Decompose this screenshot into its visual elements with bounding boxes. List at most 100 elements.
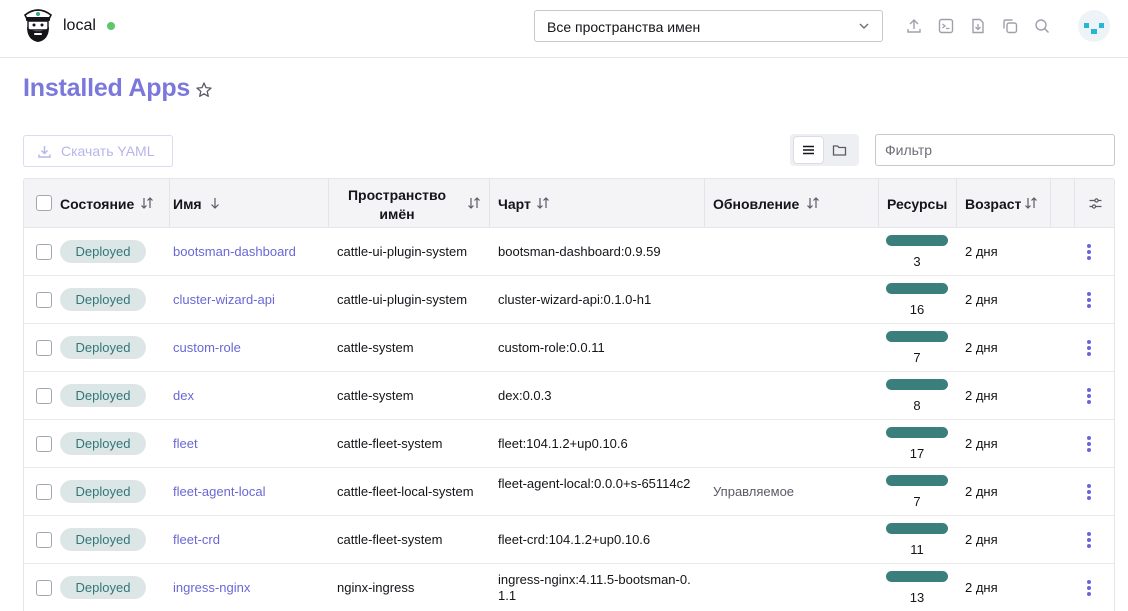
table-row[interactable]: Deployed bootsman-dashboard cattle-ui-plug… bbox=[24, 228, 1114, 276]
table-header: Состояние Имя Пространство имён Чарт Обн… bbox=[24, 179, 1114, 228]
sailor-logo-icon[interactable] bbox=[22, 6, 54, 46]
column-header-chart[interactable]: Чарт bbox=[490, 179, 705, 228]
row-actions-menu-icon[interactable] bbox=[1082, 242, 1096, 262]
copy-icon[interactable] bbox=[1001, 17, 1019, 35]
row-checkbox[interactable] bbox=[36, 244, 52, 260]
column-settings-header[interactable] bbox=[1075, 179, 1114, 228]
resources-bar[interactable] bbox=[886, 571, 948, 582]
namespace-cell: cattle-system bbox=[337, 388, 414, 403]
resources-count: 7 bbox=[913, 350, 921, 365]
table-row[interactable]: Deployed fleet-agent-local cattle-fleet-lo… bbox=[24, 468, 1114, 516]
row-checkbox[interactable] bbox=[36, 388, 52, 404]
column-header-resources: Ресурсы bbox=[879, 179, 957, 228]
resources-bar[interactable] bbox=[886, 475, 948, 486]
row-actions-menu-icon[interactable] bbox=[1082, 578, 1096, 598]
resources-bar[interactable] bbox=[886, 427, 948, 438]
chart-cell: ingress-nginx:4.11.5-bootsman-0.1.1 bbox=[498, 572, 691, 603]
avatar-pattern-icon bbox=[1084, 23, 1104, 34]
status-badge: Deployed bbox=[60, 240, 146, 263]
status-badge: Deployed bbox=[60, 432, 146, 455]
resources-bar[interactable] bbox=[886, 379, 948, 390]
table-row[interactable]: Deployed custom-role cattle-system custom-r… bbox=[24, 324, 1114, 372]
age-cell: 2 дня bbox=[965, 244, 998, 259]
app-name-link[interactable]: ingress-nginx bbox=[173, 580, 250, 595]
column-header-name-label: Имя bbox=[173, 196, 202, 212]
search-icon[interactable] bbox=[1033, 17, 1051, 35]
star-favorite-icon[interactable] bbox=[195, 81, 213, 99]
folder-icon bbox=[832, 145, 847, 156]
row-checkbox[interactable] bbox=[36, 532, 52, 548]
chevron-down-icon bbox=[859, 23, 869, 29]
chart-cell: fleet-agent-local:0.0.0+s-65114c2 bbox=[498, 476, 691, 491]
table-row[interactable]: Deployed ingress-nginx nginx-ingress ingres… bbox=[24, 564, 1114, 611]
namespace-select[interactable]: Все пространства имен bbox=[534, 10, 883, 42]
column-header-namespace-label: Пространство имён bbox=[347, 187, 447, 222]
cluster-name[interactable]: local bbox=[63, 17, 96, 35]
namespace-select-value: Все пространства имен bbox=[547, 19, 701, 35]
table-row[interactable]: Deployed cluster-wizard-api cattle-ui-plug… bbox=[24, 276, 1114, 324]
column-header-state-label: Состояние bbox=[60, 196, 135, 212]
app-name-link[interactable]: bootsman-dashboard bbox=[173, 244, 296, 259]
select-all-checkbox[interactable] bbox=[36, 195, 52, 211]
group-by-namespace-button[interactable] bbox=[825, 137, 854, 163]
row-checkbox[interactable] bbox=[36, 580, 52, 596]
download-yaml-button[interactable]: Скачать YAML bbox=[23, 135, 173, 167]
table-row[interactable]: Deployed fleet cattle-fleet-system fleet:10… bbox=[24, 420, 1114, 468]
resources-count: 11 bbox=[910, 542, 924, 557]
app-name-link[interactable]: custom-role bbox=[173, 340, 241, 355]
column-header-state[interactable]: Состояние bbox=[24, 179, 170, 228]
app-name-link[interactable]: dex bbox=[173, 388, 194, 403]
column-header-name[interactable]: Имя bbox=[170, 179, 329, 228]
app-name-link[interactable]: fleet-crd bbox=[173, 532, 220, 547]
resources-bar[interactable] bbox=[886, 523, 948, 534]
column-header-upgrade-label: Обновление bbox=[713, 196, 800, 212]
row-checkbox[interactable] bbox=[36, 436, 52, 452]
column-header-namespace[interactable]: Пространство имён bbox=[329, 179, 490, 228]
download-kubeconfig-icon[interactable] bbox=[969, 17, 987, 35]
chart-cell: fleet-crd:104.1.2+up0.10.6 bbox=[498, 532, 651, 547]
chart-cell: custom-role:0.0.11 bbox=[498, 340, 605, 355]
user-avatar[interactable] bbox=[1078, 10, 1110, 42]
row-checkbox[interactable] bbox=[36, 484, 52, 500]
app-name-link[interactable]: cluster-wizard-api bbox=[173, 292, 275, 307]
resources-bar[interactable] bbox=[886, 235, 948, 246]
chart-cell: bootsman-dashboard:0.9.59 bbox=[498, 244, 661, 259]
namespace-cell: cattle-fleet-system bbox=[337, 436, 443, 451]
sort-both-icon bbox=[1025, 197, 1037, 209]
row-checkbox[interactable] bbox=[36, 292, 52, 308]
age-cell: 2 дня bbox=[965, 532, 998, 547]
table-row[interactable]: Deployed fleet-crd cattle-fleet-system flee… bbox=[24, 516, 1114, 564]
row-actions-menu-icon[interactable] bbox=[1082, 338, 1096, 358]
list-view-button[interactable] bbox=[794, 137, 823, 163]
row-actions-menu-icon[interactable] bbox=[1082, 530, 1096, 550]
chart-cell: fleet:104.1.2+up0.10.6 bbox=[498, 436, 628, 451]
status-badge: Deployed bbox=[60, 528, 146, 551]
age-cell: 2 дня bbox=[965, 580, 998, 595]
upload-icon[interactable] bbox=[905, 17, 923, 35]
status-badge: Deployed bbox=[60, 384, 146, 407]
app-name-link[interactable]: fleet-agent-local bbox=[173, 484, 266, 499]
row-actions-menu-icon[interactable] bbox=[1082, 434, 1096, 454]
row-checkbox[interactable] bbox=[36, 340, 52, 356]
column-header-upgrade[interactable]: Обновление bbox=[705, 179, 879, 228]
column-header-chart-label: Чарт bbox=[498, 196, 531, 212]
app-name-link[interactable]: fleet bbox=[173, 436, 198, 451]
resources-count: 16 bbox=[909, 302, 925, 317]
column-settings-icon[interactable] bbox=[1088, 196, 1103, 211]
resources-bar[interactable] bbox=[886, 331, 948, 342]
table-row[interactable]: Deployed dex cattle-system dex:0.0.3 8 2 дня bbox=[24, 372, 1114, 420]
sort-both-icon bbox=[468, 197, 480, 209]
row-actions-menu-icon[interactable] bbox=[1082, 482, 1096, 502]
row-actions-menu-icon[interactable] bbox=[1082, 386, 1096, 406]
namespace-cell: cattle-ui-plugin-system bbox=[337, 292, 468, 307]
filter-input[interactable] bbox=[875, 134, 1115, 166]
status-badge: Deployed bbox=[60, 480, 146, 503]
row-actions-menu-icon[interactable] bbox=[1082, 290, 1096, 310]
terminal-icon[interactable] bbox=[937, 17, 955, 35]
upgrade-cell: Управляемое bbox=[713, 484, 795, 499]
cluster-status-dot bbox=[107, 22, 115, 30]
age-cell: 2 дня bbox=[965, 484, 998, 499]
column-header-age[interactable]: Возраст bbox=[957, 179, 1051, 228]
resources-bar[interactable] bbox=[886, 283, 948, 294]
resources-count: 3 bbox=[913, 254, 921, 269]
